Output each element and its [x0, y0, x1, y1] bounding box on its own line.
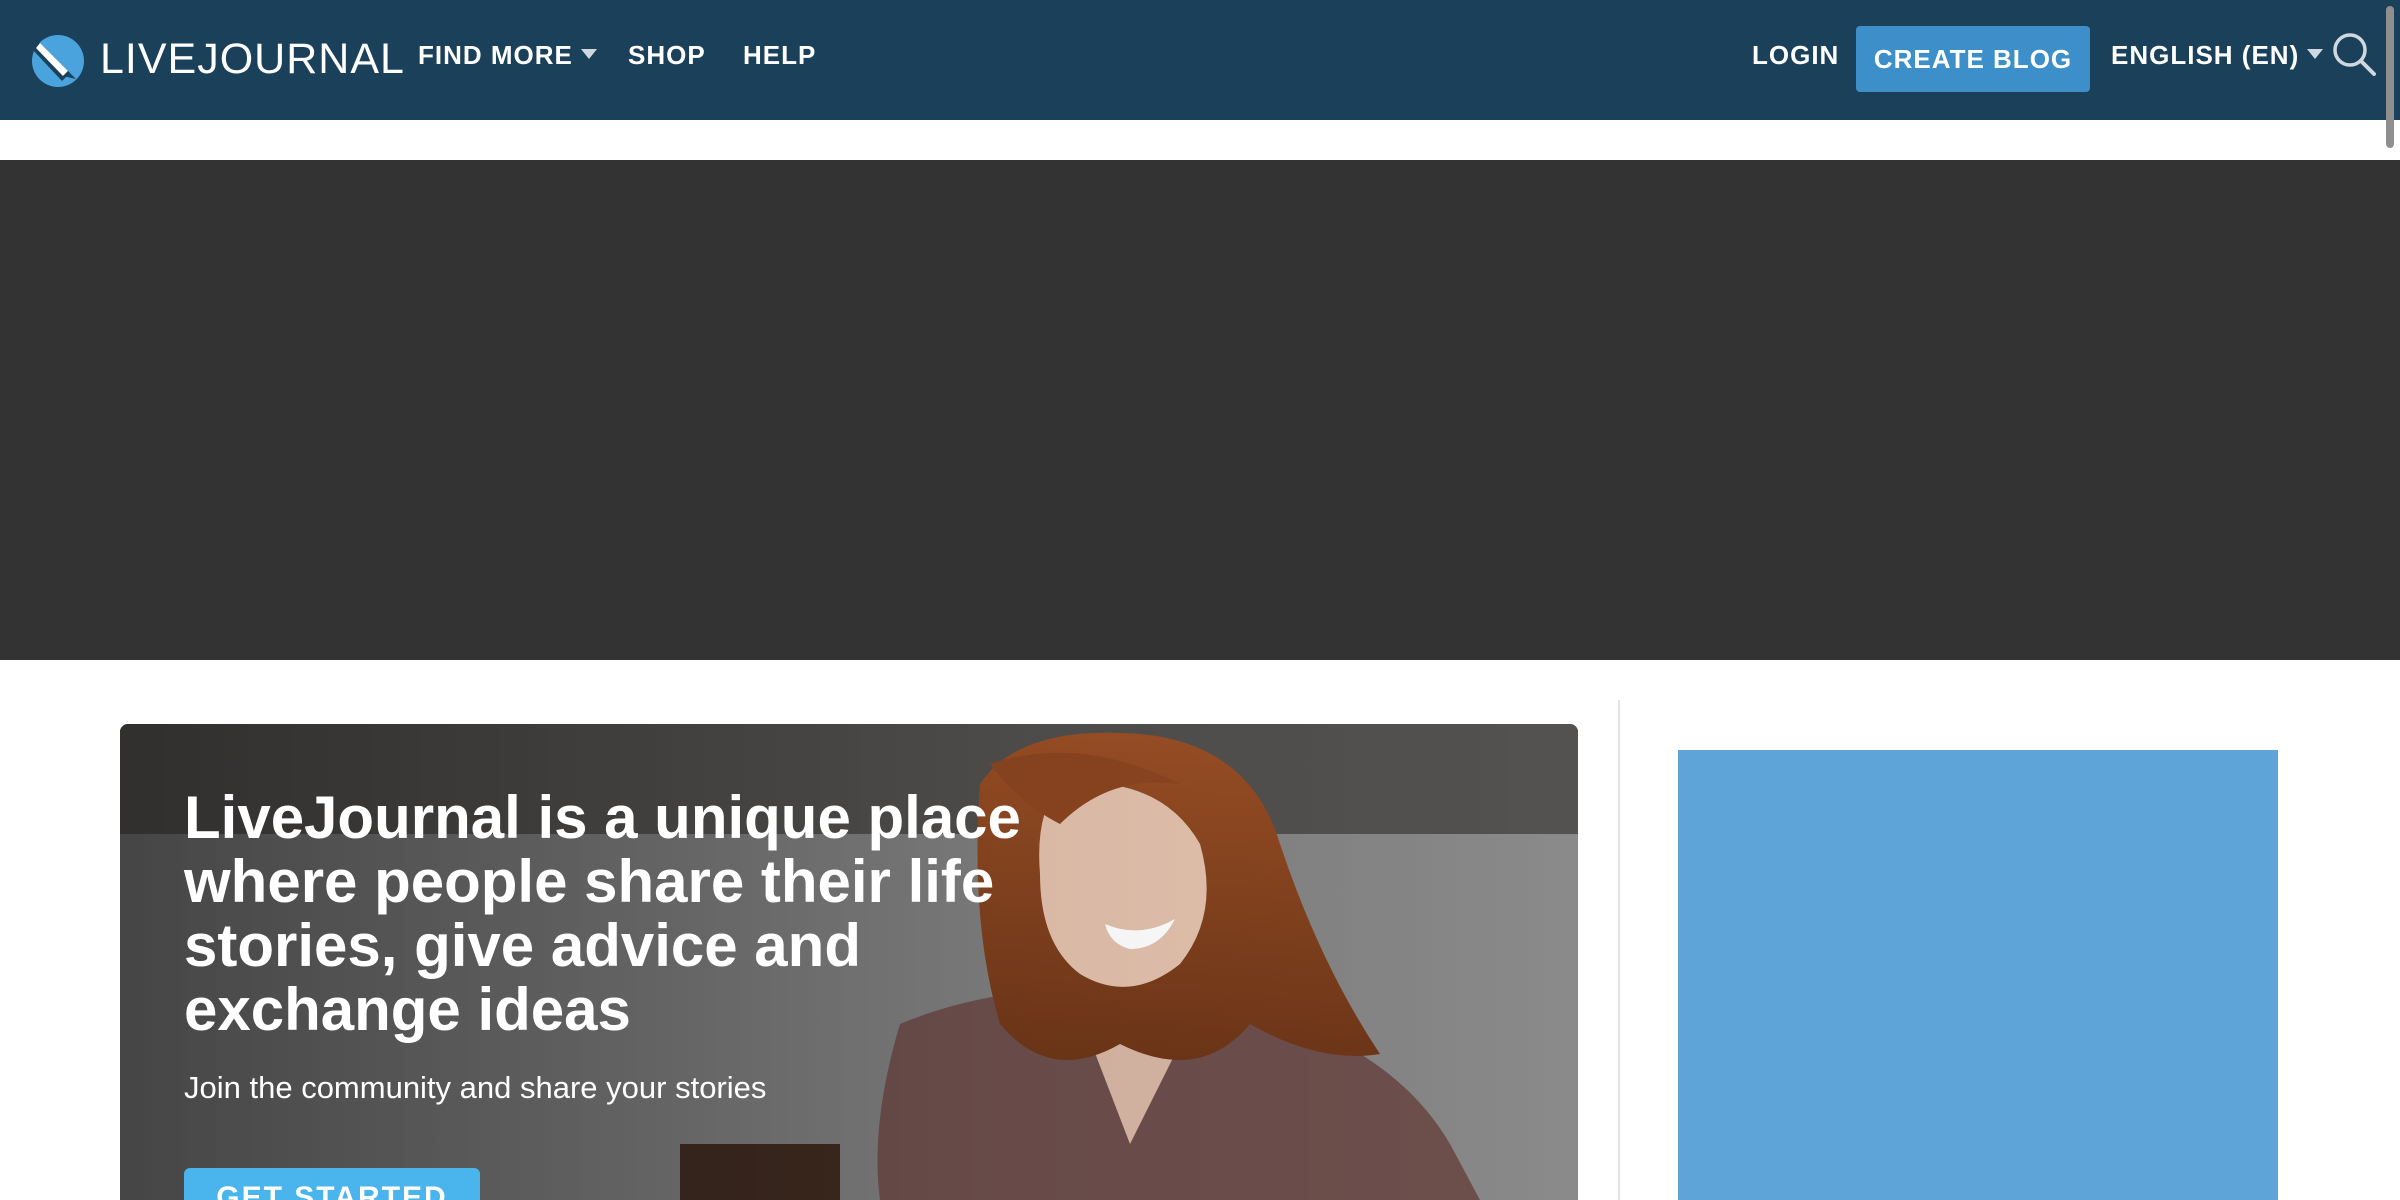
create-blog-label: CREATE BLOG — [1873, 43, 2073, 74]
chevron-down-icon — [2307, 49, 2324, 60]
login-label: LOGIN — [1752, 40, 1840, 70]
nav-find-more[interactable]: FIND MORE — [418, 40, 597, 71]
livejournal-logo[interactable]: LIVEJOURNAL — [28, 29, 405, 89]
create-blog-button[interactable]: CREATE BLOG — [1856, 26, 2090, 92]
column-divider — [1618, 700, 1620, 1200]
ad-banner — [0, 160, 2400, 660]
logo-text: LIVEJOURNAL — [100, 34, 405, 83]
nav-shop-label: SHOP — [628, 40, 706, 70]
page-scrollbar[interactable] — [2378, 0, 2400, 1200]
nav-find-more-label: FIND MORE — [418, 40, 573, 70]
get-started-label: GET STARTED — [216, 1181, 448, 1200]
language-label: ENGLISH (EN) — [2111, 40, 2300, 70]
livejournal-logo-icon — [32, 35, 84, 87]
scrollbar-thumb[interactable] — [2386, 6, 2394, 148]
nav-help-label: HELP — [743, 40, 817, 70]
login-link[interactable]: LOGIN — [1752, 40, 1839, 71]
top-header: LIVEJOURNAL FIND MORE SHOP HELP LOGIN CR… — [0, 0, 2400, 120]
chevron-down-icon — [580, 49, 597, 60]
get-started-button[interactable]: GET STARTED — [184, 1168, 480, 1200]
search-icon[interactable] — [2330, 30, 2378, 78]
hero-title: LiveJournal is a unique place where peop… — [184, 784, 1021, 1043]
hero-subtitle: Join the community and share your storie… — [184, 1070, 767, 1105]
sidebar-ad — [1678, 750, 2278, 1200]
hero-section: LiveJournal is a unique place where peop… — [120, 724, 1578, 1200]
nav-help[interactable]: HELP — [743, 40, 816, 71]
language-selector[interactable]: ENGLISH (EN) — [2111, 40, 2324, 71]
nav-shop[interactable]: SHOP — [628, 40, 706, 71]
